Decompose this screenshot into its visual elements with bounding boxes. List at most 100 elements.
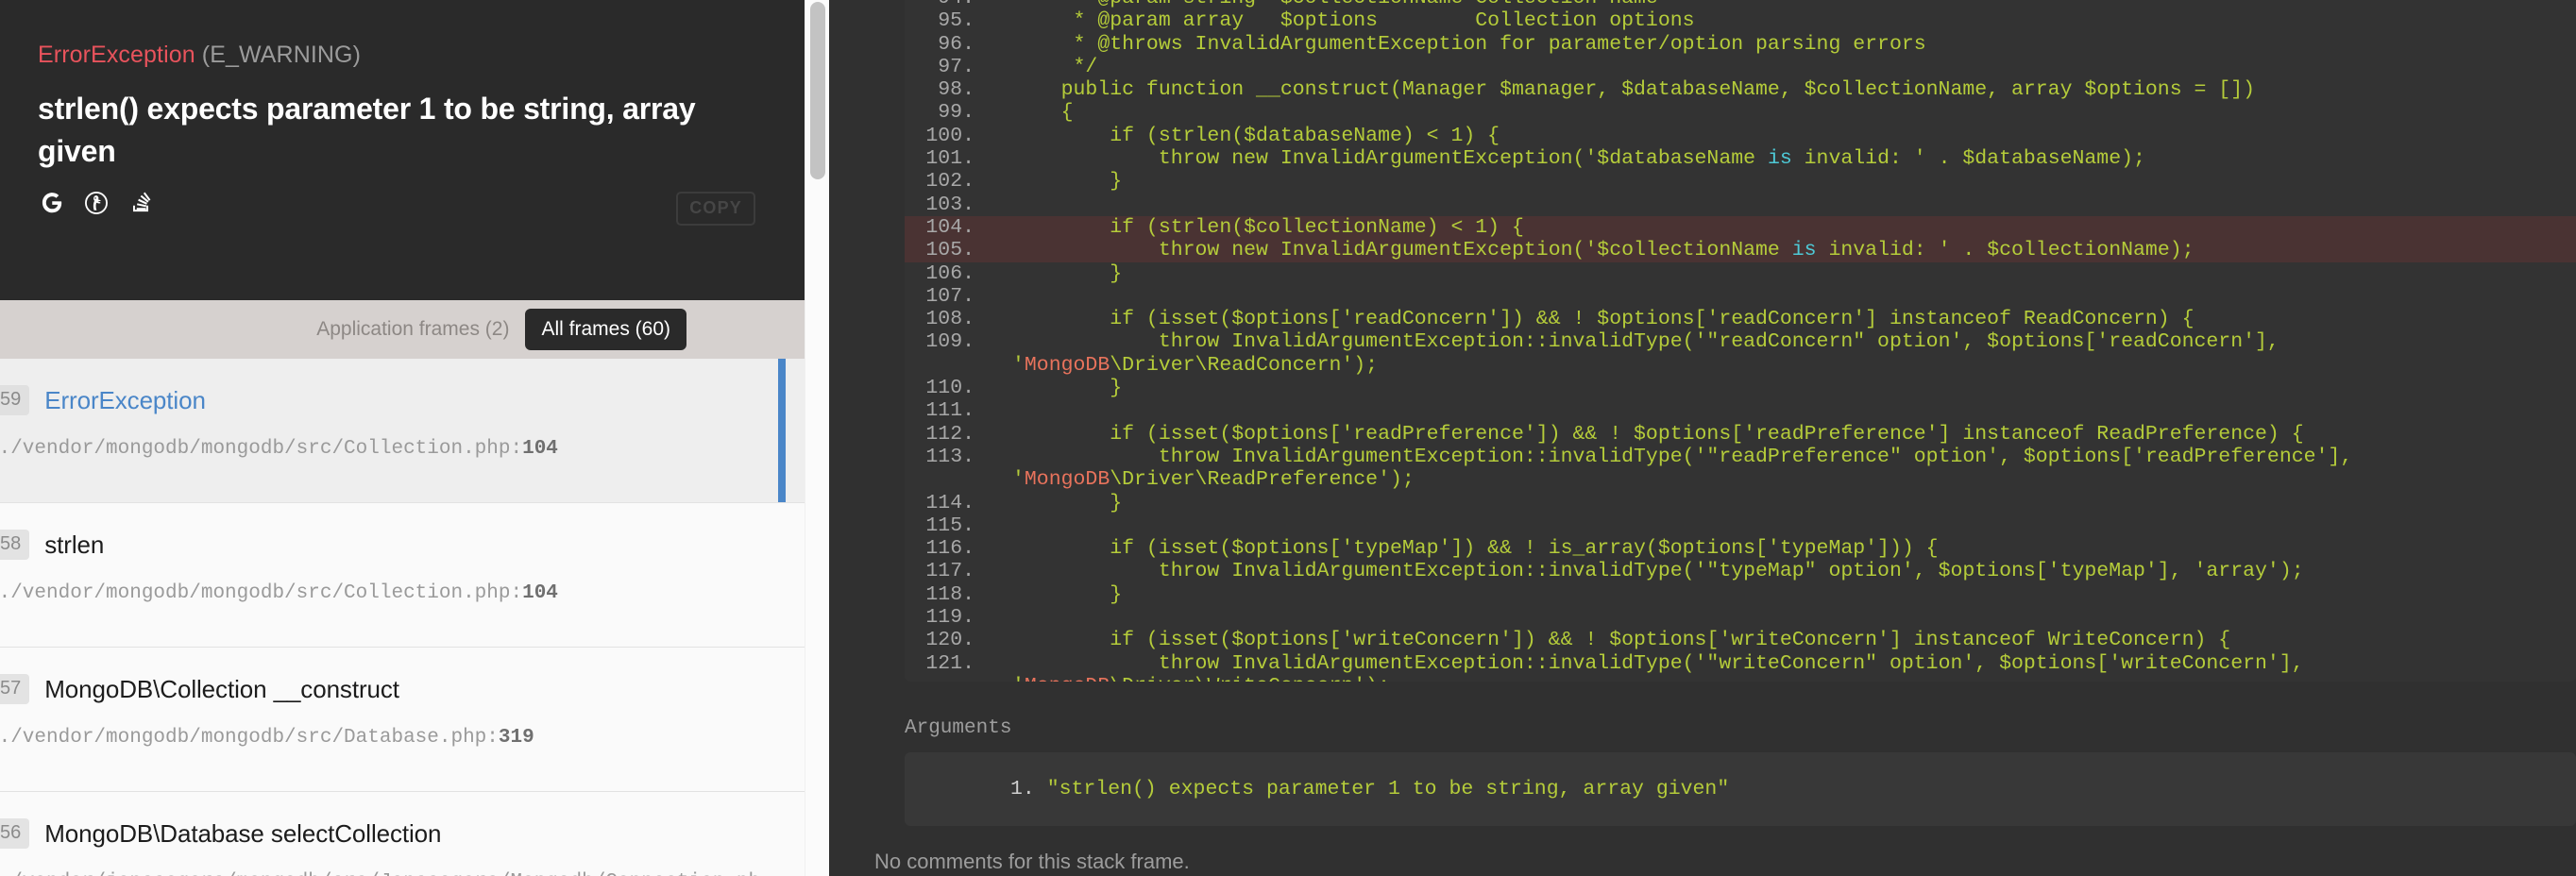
code-line: 120. if (isset($options['writeConcern'])… <box>905 629 2576 651</box>
copy-button[interactable]: COPY <box>676 192 755 226</box>
code-line-source <box>991 194 2576 216</box>
code-line-source: * @param string $collectionName Collecti… <box>991 0 2576 9</box>
frame-file-line: 104 <box>522 582 558 604</box>
code-line: 97. */ <box>905 56 2576 78</box>
frame-file-name: ../vendor/mongodb/mongodb/src/Collection… <box>0 438 523 460</box>
exception-severity <box>195 42 202 68</box>
code-line-source: } <box>1012 377 1123 400</box>
code-line: 118. } <box>905 583 2576 606</box>
frame-file-line: 104 <box>522 438 558 460</box>
exception-severity-value: (E_WARNING) <box>201 42 362 68</box>
code-line-number: 119. <box>925 606 974 630</box>
code-line-number: 94. <box>905 0 991 9</box>
code-line: 98. public function __construct(Manager … <box>905 78 2576 101</box>
frame-item[interactable]: 56 MongoDB\Database selectCollection ../ve… <box>0 792 805 876</box>
tab-application-frames[interactable]: Application frames (2) <box>300 309 525 350</box>
frame-file-path: ../vendor/mongodb/mongodb/src/Database.p… <box>0 725 776 750</box>
code-line: 94. * @param string $collectionName Coll… <box>905 0 2576 9</box>
code-line: 95. * @param array $options Collection o… <box>905 9 2576 32</box>
code-line: 114. } <box>905 492 2576 514</box>
code-line-number: 109. <box>925 330 974 354</box>
frame-function: ErrorException <box>44 385 206 414</box>
code-line-source: * @throws InvalidArgumentException for p… <box>1012 32 1926 56</box>
code-line-source: if (isset($options['readConcern']) && ! … <box>1012 308 2195 331</box>
code-line-number: 120. <box>925 629 974 652</box>
code-line: 96. * @throws InvalidArgumentException f… <box>905 33 2576 56</box>
code-line-source: if (strlen($databaseName) < 1) { <box>1012 124 1500 147</box>
frame-function: MongoDB\Database selectCollection <box>44 818 442 848</box>
right-panel: 94. * @param string $collectionName Coll… <box>829 0 2576 876</box>
frame-item[interactable]: 58 strlen ../vendor/mongodb/mongodb/src/Co… <box>0 503 805 648</box>
code-line-number: 100. <box>925 124 974 147</box>
code-line-source: } <box>1012 582 1123 606</box>
frame-item[interactable]: 59 ErrorException ../vendor/mongodb/mongod… <box>0 359 805 503</box>
code-line-source: if (strlen($collectionName) < 1) { <box>1012 215 1524 239</box>
left-panel-scrollbar-thumb[interactable] <box>810 2 825 179</box>
code-line: 105. throw new InvalidArgumentException(… <box>905 239 2576 262</box>
frames-list[interactable]: 59 ErrorException ../vendor/mongodb/mongod… <box>0 359 805 876</box>
code-line-source <box>991 606 2576 629</box>
code-line: 112. if (isset($options['readPreference'… <box>905 423 2576 446</box>
code-line-source: throw InvalidArgumentException::invalidT… <box>1012 651 2304 682</box>
code-line-source: throw InvalidArgumentException::invalidT… <box>1012 560 2304 583</box>
frame-number: 57 <box>0 674 30 704</box>
code-line-number: 105. <box>925 239 974 262</box>
code-line: 108. if (isset($options['readConcern']) … <box>905 308 2576 330</box>
code-line-source: throw new InvalidArgumentException('$dat… <box>1012 147 2145 171</box>
code-line-source: * @param array $options Collection optio… <box>1012 9 1695 33</box>
code-line-number: 115. <box>925 514 974 537</box>
code-line: 101. throw new InvalidArgumentException(… <box>905 147 2576 170</box>
frame-item[interactable]: 57 MongoDB\Collection __construct ../vendo… <box>0 648 805 792</box>
code-line: 110. } <box>905 377 2576 399</box>
source-code-block[interactable]: 94. * @param string $collectionName Coll… <box>905 0 2576 682</box>
code-line-source: } <box>1012 261 1123 285</box>
argument-value: "strlen() expects parameter 1 to be stri… <box>1046 778 1730 800</box>
frame-number: 56 <box>0 818 30 849</box>
frame-file-name: ../vendor/jenssegers/mongodb/src/Jensseg… <box>0 871 760 876</box>
frame-function: MongoDB\Collection __construct <box>44 674 399 703</box>
frame-function: strlen <box>44 530 105 559</box>
frame-title-row: 58 strlen <box>0 530 776 560</box>
code-line: 106. } <box>905 262 2576 285</box>
code-line-number: 99. <box>938 101 974 125</box>
code-line-number: 121. <box>925 651 974 675</box>
code-line-source: */ <box>1012 55 1098 78</box>
code-line-source: } <box>1012 170 1123 194</box>
code-line-source: public function __construct(Manager $man… <box>1012 78 2256 102</box>
code-line-number: 114. <box>925 491 974 514</box>
code-line-number: 117. <box>925 560 974 583</box>
code-line-number: 106. <box>925 261 974 285</box>
code-line-source <box>991 514 2576 537</box>
left-panel: ErrorException (E_WARNING) strlen() expe… <box>0 0 805 876</box>
code-line-source <box>991 399 2576 422</box>
code-line-number: 98. <box>938 78 974 102</box>
frame-file-name: ../vendor/mongodb/mongodb/src/Database.p… <box>0 727 499 749</box>
code-line-number: 116. <box>925 537 974 561</box>
code-line: 109. throw InvalidArgumentException::inv… <box>905 330 2576 377</box>
tab-all-frames[interactable]: All frames (60) <box>525 309 686 350</box>
exception-header: ErrorException (E_WARNING) strlen() expe… <box>0 0 805 300</box>
frame-file-line: 319 <box>498 727 534 749</box>
code-line: 121. throw InvalidArgumentException::inv… <box>905 652 2576 682</box>
google-icon[interactable] <box>38 189 66 217</box>
duckduckgo-icon[interactable] <box>82 189 110 217</box>
no-comments-text: No comments for this stack frame. <box>874 850 1190 873</box>
arguments-box: 1. "strlen() expects parameter 1 to be s… <box>905 752 2576 826</box>
code-line-number: 102. <box>925 170 974 194</box>
code-line-source: throw new InvalidArgumentException('$col… <box>1012 239 2195 262</box>
code-line-source: } <box>1012 491 1123 514</box>
argument-index: 1. <box>1010 778 1035 800</box>
frame-title-row: 56 MongoDB\Database selectCollection <box>0 818 776 849</box>
code-line: 116. if (isset($options['typeMap']) && !… <box>905 537 2576 560</box>
frame-number: 58 <box>0 530 30 560</box>
stackoverflow-icon[interactable] <box>127 189 155 217</box>
code-line: 99. { <box>905 101 2576 124</box>
code-line-source: { <box>1012 101 1074 125</box>
code-line-number: 104. <box>925 215 974 239</box>
code-line-number: 103. <box>925 193 974 216</box>
exception-type-line: ErrorException (E_WARNING) <box>38 42 748 69</box>
code-line-source <box>991 285 2576 308</box>
frame-file-path: ../vendor/mongodb/mongodb/src/Collection… <box>0 581 776 606</box>
frames-tab-bar: Application frames (2) All frames (60) <box>0 300 805 359</box>
left-panel-scrollbar[interactable] <box>805 0 829 876</box>
